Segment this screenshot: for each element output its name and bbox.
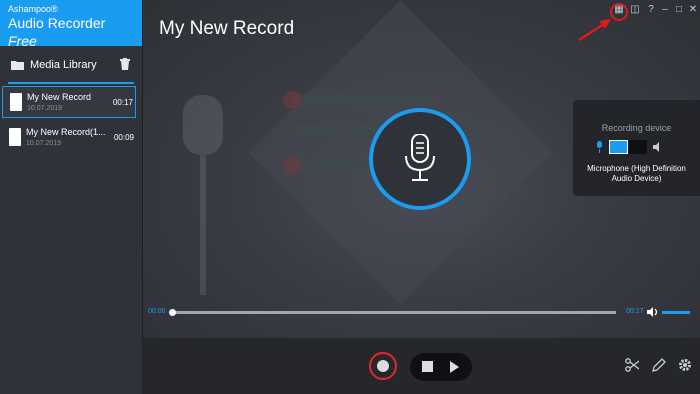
seek-handle[interactable] [169, 309, 176, 316]
app-brand: Ashampoo® Audio Recorder Free [0, 0, 142, 49]
record-item[interactable]: My New Record 10.07.2019 00:17 [2, 86, 136, 118]
watermark-microphone-icon [183, 95, 223, 295]
edit-tools [625, 358, 692, 377]
record-date: 10.07.2019 [26, 140, 62, 147]
folder-icon [11, 61, 24, 70]
speaker-icon [653, 142, 659, 152]
minimize-icon[interactable]: – [658, 3, 672, 17]
play-button[interactable] [450, 361, 459, 373]
record-item[interactable]: My New Record(1... 10.07.2019 00:09 [2, 122, 136, 154]
record-duration: 00:09 [113, 133, 134, 142]
watermark-dot [283, 91, 301, 109]
media-library-label: Media Library [30, 59, 97, 71]
device-toggle[interactable] [609, 140, 647, 154]
library-underline [8, 82, 134, 84]
record-date: 10.07.2019 [27, 105, 63, 112]
volume-icon[interactable] [647, 307, 659, 317]
record-name: My New Record(1... [26, 127, 106, 137]
stop-button[interactable] [422, 361, 433, 372]
close-icon[interactable]: ✕ [686, 3, 700, 17]
microphone-icon [405, 134, 435, 181]
audio-file-icon [10, 93, 22, 111]
control-bar [143, 338, 700, 394]
record-name: My New Record [27, 92, 92, 102]
current-time: 00:00 [148, 308, 166, 315]
help-icon[interactable]: ? [644, 3, 658, 17]
pencil-icon[interactable] [651, 358, 666, 372]
annotation-arrow-icon [578, 19, 611, 42]
sidebar: Ashampoo® Audio Recorder Free Media Libr… [0, 0, 143, 394]
media-library-header[interactable]: Media Library [0, 46, 142, 84]
volume-slider[interactable] [662, 311, 690, 314]
record-button[interactable] [369, 352, 397, 380]
device-heading: Recording device [601, 123, 672, 133]
watermark-bar [293, 95, 433, 105]
device-name: Microphone (High Definition Audio Device… [587, 164, 686, 183]
scissors-icon[interactable] [625, 358, 640, 372]
total-time: 00:17 [626, 308, 644, 315]
maximize-icon[interactable]: □ [672, 3, 686, 17]
brand-company: Ashampoo® [8, 4, 58, 14]
playback-timeline: 00:00 00:17 [143, 304, 700, 320]
watermark-dot [283, 156, 301, 174]
seek-track[interactable] [172, 311, 616, 314]
recording-device-panel: Recording device Microphone (High Defini… [573, 100, 700, 196]
trash-icon[interactable] [120, 58, 130, 70]
brand-product: Audio Recorder Free [8, 15, 106, 49]
microphone-visual [369, 108, 471, 210]
audio-file-icon [9, 128, 21, 146]
microphone-small-icon [597, 141, 602, 153]
record-duration: 00:17 [112, 98, 133, 107]
gear-icon[interactable] [678, 358, 692, 372]
record-title: My New Record [159, 18, 295, 39]
skin-icon[interactable]: ◫ [628, 3, 642, 17]
playback-controls [410, 353, 472, 381]
